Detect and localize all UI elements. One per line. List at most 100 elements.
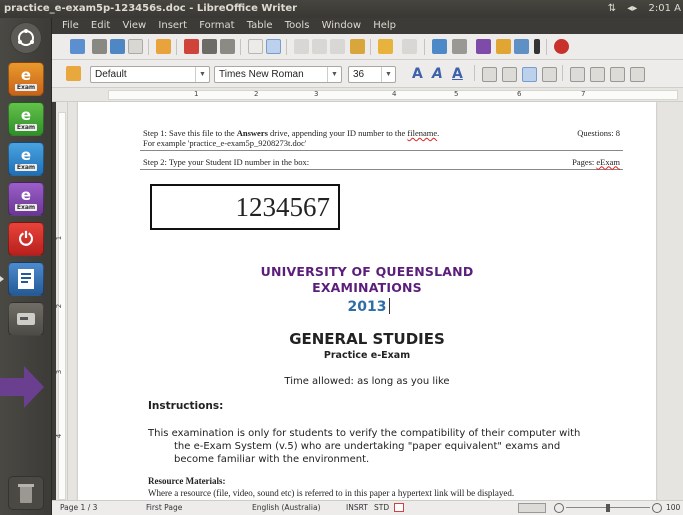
save-icon[interactable] <box>110 39 125 54</box>
page-count[interactable]: Page 1 / 3 <box>60 501 97 515</box>
help-icon[interactable] <box>554 39 569 54</box>
table-row: Step 2: Type your Student ID number in t… <box>140 154 623 170</box>
chevron-down-icon: ▼ <box>327 67 341 82</box>
increase-indent-icon[interactable] <box>630 67 645 82</box>
pages-cell[interactable]: Pages: eExam <box>543 154 623 170</box>
menu-edit[interactable]: Edit <box>91 20 110 31</box>
exam-app-4-icon[interactable]: e Exam <box>8 182 44 216</box>
language[interactable]: English (Australia) <box>252 501 321 515</box>
exam-app-4-letter: e <box>20 185 32 204</box>
align-left-icon[interactable] <box>482 67 497 82</box>
align-center-icon[interactable] <box>502 67 517 82</box>
exam-app-2-label: Exam <box>14 123 38 131</box>
gallery-icon[interactable] <box>514 39 529 54</box>
instructions-line: This examination is only for students to… <box>148 428 581 439</box>
volume-icon[interactable]: ◂▸ <box>627 3 637 14</box>
document-area[interactable]: Step 1: Save this file to the Answers dr… <box>68 102 683 500</box>
undo-icon[interactable] <box>378 39 393 54</box>
step1-filename: filename <box>407 128 438 138</box>
exam-app-1-label: Exam <box>14 83 38 91</box>
instructions-line: become familiar with the environment. <box>174 454 370 465</box>
menu-window[interactable]: Window <box>322 20 361 31</box>
menu-table[interactable]: Table <box>247 20 273 31</box>
menu-tools[interactable]: Tools <box>285 20 310 31</box>
exam-app-2-icon[interactable]: e Exam <box>8 102 44 136</box>
resource-text: Where a resource (file, video, sound etc… <box>148 488 515 498</box>
edit-file-icon[interactable] <box>156 39 171 54</box>
align-right-icon[interactable] <box>522 67 537 82</box>
drive-icon[interactable] <box>8 302 44 336</box>
subject-title: GENERAL STUDIES <box>289 330 445 348</box>
underline-icon[interactable]: A <box>452 67 467 82</box>
document-page[interactable]: Step 1: Save this file to the Answers dr… <box>78 102 656 500</box>
window-title: practice_e-exam5p-123456s.doc - LibreOff… <box>4 3 298 14</box>
autospellcheck-icon[interactable] <box>266 39 281 54</box>
exam-app-3-icon[interactable]: e Exam <box>8 142 44 176</box>
paragraph-style-select[interactable]: Default ▼ <box>90 66 210 83</box>
toolbar-separator <box>370 39 371 55</box>
paste-icon[interactable] <box>330 39 345 54</box>
ruler-number: 2 <box>254 90 259 98</box>
justify-icon[interactable] <box>542 67 557 82</box>
system-tray: ⇅ ◂▸ 2:01 A <box>600 0 681 18</box>
network-icon[interactable]: ⇅ <box>608 3 616 14</box>
numbering-icon[interactable] <box>570 67 585 82</box>
bullets-icon[interactable] <box>590 67 605 82</box>
print-icon[interactable] <box>202 39 217 54</box>
menu-view[interactable]: View <box>122 20 146 31</box>
font-name-select[interactable]: Times New Roman ▼ <box>214 66 342 83</box>
decrease-indent-icon[interactable] <box>610 67 625 82</box>
font-size-select[interactable]: 36 ▼ <box>348 66 396 83</box>
bold-icon[interactable]: A <box>412 67 427 82</box>
formatting-marks-icon[interactable] <box>534 39 540 54</box>
page-style[interactable]: First Page <box>146 501 182 515</box>
navigator-icon[interactable] <box>496 39 511 54</box>
redo-icon[interactable] <box>402 39 417 54</box>
vruler-number: 1 <box>55 235 64 241</box>
pointer-arrow-icon <box>0 366 44 408</box>
show-draw-functions-icon[interactable] <box>476 39 491 54</box>
spellcheck-icon[interactable] <box>248 39 263 54</box>
step1-cell[interactable]: Step 1: Save this file to the Answers dr… <box>140 126 543 151</box>
open-icon[interactable] <box>92 39 107 54</box>
menu-help[interactable]: Help <box>373 20 396 31</box>
zoom-in-icon[interactable] <box>652 503 662 513</box>
copy-icon[interactable] <box>312 39 327 54</box>
menu-file[interactable]: File <box>62 20 79 31</box>
ubuntu-dash-icon[interactable] <box>10 22 42 54</box>
styles-icon[interactable] <box>66 66 81 81</box>
vertical-ruler[interactable]: 1 2 3 4 <box>55 102 68 500</box>
document-modified-icon[interactable] <box>394 503 404 512</box>
exam-app-1-letter: e <box>20 65 32 84</box>
clone-formatting-icon[interactable] <box>350 39 365 54</box>
toolbar-separator <box>176 39 177 55</box>
insert-mode[interactable]: INSRT <box>346 501 368 515</box>
exam-app-1-icon[interactable]: e Exam <box>8 62 44 96</box>
view-layout-icon[interactable] <box>518 503 546 513</box>
horizontal-ruler[interactable]: 1 2 3 4 5 6 7 <box>52 88 683 102</box>
zoom-level[interactable]: 100 <box>666 501 680 515</box>
selection-mode[interactable]: STD <box>374 501 389 515</box>
student-id-box[interactable]: 1234567 <box>150 184 340 230</box>
clock[interactable]: 2:01 A <box>649 3 681 14</box>
ubuntu-logo-icon <box>18 29 34 46</box>
table-icon[interactable] <box>452 39 467 54</box>
zoom-slider-handle[interactable] <box>606 504 610 512</box>
ruler-strip: 1 2 3 4 5 6 7 <box>108 90 678 100</box>
cut-icon[interactable] <box>294 39 309 54</box>
italic-icon[interactable]: A <box>432 67 447 82</box>
writer-icon[interactable] <box>8 262 44 296</box>
print-preview-icon[interactable] <box>220 39 235 54</box>
zoom-out-icon[interactable] <box>554 503 564 513</box>
email-icon[interactable] <box>128 39 143 54</box>
export-pdf-icon[interactable] <box>184 39 199 54</box>
shutdown-icon[interactable]: ⏻ <box>8 222 44 256</box>
new-document-icon[interactable] <box>70 39 85 54</box>
trash-icon[interactable] <box>8 476 44 510</box>
menu-format[interactable]: Format <box>199 20 234 31</box>
hyperlink-icon[interactable] <box>432 39 447 54</box>
step2-cell[interactable]: Step 2: Type your Student ID number in t… <box>140 154 543 170</box>
toolbar-separator <box>424 39 425 55</box>
questions-cell[interactable]: Questions: 8 <box>543 126 623 151</box>
menu-insert[interactable]: Insert <box>158 20 187 31</box>
